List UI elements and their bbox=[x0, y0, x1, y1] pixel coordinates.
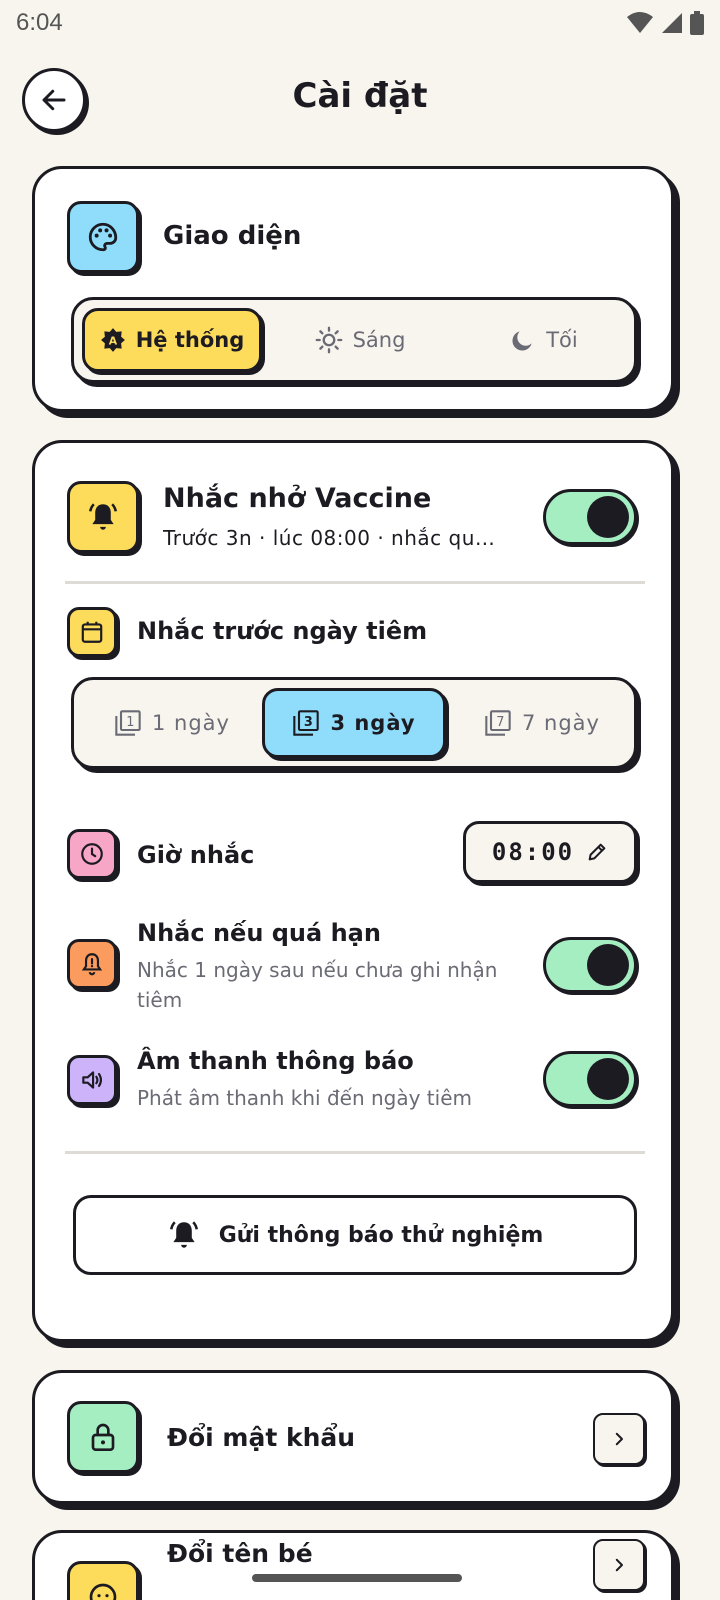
edit-pencil-icon bbox=[588, 843, 606, 861]
chevron-right-button[interactable] bbox=[593, 1413, 645, 1465]
vaccine-reminder-card: Nhắc nhở Vaccine Trước 3n · lúc 08:00 · … bbox=[32, 440, 674, 1342]
chevron-right-icon bbox=[615, 1432, 623, 1446]
filter-7-icon: 7 bbox=[485, 710, 511, 736]
svg-text:7: 7 bbox=[496, 715, 504, 730]
calendar-icon-box bbox=[67, 607, 117, 657]
status-time: 6:04 bbox=[16, 9, 63, 36]
days-option-3-label: 3 ngày bbox=[330, 711, 416, 735]
signal-icon bbox=[662, 13, 682, 33]
theme-option-light-label: Sáng bbox=[352, 328, 406, 352]
clock-icon-box bbox=[67, 829, 117, 879]
days-before-selector: 1 1 ngày 3 3 ngày 7 7 ngày bbox=[71, 677, 637, 769]
speaker-icon bbox=[82, 1071, 103, 1089]
divider bbox=[65, 1151, 645, 1154]
svg-text:A: A bbox=[109, 334, 118, 347]
theme-option-dark[interactable]: Tối bbox=[454, 308, 634, 372]
theme-option-dark-label: Tối bbox=[546, 328, 578, 352]
divider bbox=[65, 581, 645, 584]
overdue-title: Nhắc nếu quá hạn bbox=[137, 919, 381, 947]
days-option-1-label: 1 ngày bbox=[152, 711, 230, 735]
reminder-time-button[interactable]: 08:00 bbox=[463, 821, 637, 883]
status-icons bbox=[626, 11, 704, 35]
palette-icon bbox=[88, 222, 118, 252]
svg-text:3: 3 bbox=[304, 715, 313, 730]
clock-icon bbox=[81, 843, 103, 865]
alarm-icon-box bbox=[67, 481, 139, 553]
bell-alert-icon bbox=[81, 953, 103, 976]
page-title: Cài đặt bbox=[292, 76, 428, 116]
rename-baby-card[interactable]: Đổi tên bé bbox=[32, 1530, 674, 1600]
overdue-toggle[interactable] bbox=[543, 937, 637, 993]
theme-option-system[interactable]: A Hệ thống bbox=[82, 308, 262, 372]
reminder-time-value: 08:00 bbox=[491, 838, 575, 866]
vaccine-reminder-summary: Trước 3n · lúc 08:00 · nhắc qu… bbox=[163, 526, 496, 550]
sound-description: Phát âm thanh khi đến ngày tiêm bbox=[137, 1086, 472, 1110]
theme-selector: A Hệ thống Sáng Tối bbox=[71, 297, 637, 383]
days-option-1[interactable]: 1 1 ngày bbox=[82, 688, 262, 758]
bell-alert-icon-box bbox=[67, 939, 117, 989]
overdue-description: Nhắc 1 ngày sau nếu chưa ghi nhận tiêm bbox=[137, 958, 498, 1012]
moon-icon bbox=[512, 331, 532, 351]
status-bar: 6:04 bbox=[0, 0, 720, 46]
toggle-knob bbox=[587, 496, 629, 538]
chevron-right-button[interactable] bbox=[593, 1539, 645, 1591]
bell-ring-icon bbox=[88, 503, 118, 530]
baby-icon-box bbox=[67, 1561, 139, 1600]
change-password-title: Đổi mật khẩu bbox=[167, 1423, 356, 1452]
speaker-icon-box bbox=[67, 1055, 117, 1105]
days-option-7[interactable]: 7 7 ngày bbox=[452, 688, 632, 758]
theme-option-light[interactable]: Sáng bbox=[270, 308, 450, 372]
days-option-3[interactable]: 3 3 ngày bbox=[262, 688, 446, 758]
appearance-title: Giao diện bbox=[163, 221, 302, 251]
vaccine-reminder-title: Nhắc nhở Vaccine bbox=[163, 483, 432, 514]
palette-icon-box bbox=[67, 201, 139, 273]
toggle-knob bbox=[587, 1058, 629, 1100]
sound-title: Âm thanh thông báo bbox=[137, 1047, 414, 1075]
chevron-right-icon bbox=[615, 1558, 623, 1572]
vaccine-reminder-toggle[interactable] bbox=[543, 489, 637, 545]
header: Cài đặt bbox=[0, 60, 720, 140]
svg-text:1: 1 bbox=[126, 715, 134, 730]
reminder-time-title: Giờ nhắc bbox=[137, 841, 255, 869]
auto-theme-icon: A bbox=[100, 328, 125, 352]
test-notification-button[interactable]: Gửi thông báo thử nghiệm bbox=[73, 1195, 637, 1275]
sound-toggle[interactable] bbox=[543, 1051, 637, 1107]
theme-option-system-label: Hệ thống bbox=[135, 328, 245, 352]
filter-1-icon: 1 bbox=[115, 710, 141, 736]
days-option-7-label: 7 ngày bbox=[522, 711, 600, 735]
wifi-icon bbox=[627, 12, 653, 33]
days-before-title: Nhắc trước ngày tiêm bbox=[137, 617, 428, 645]
lock-icon bbox=[91, 1423, 115, 1451]
filter-3-icon: 3 bbox=[293, 710, 320, 736]
baby-face-icon bbox=[89, 1583, 117, 1600]
toggle-knob bbox=[587, 944, 629, 986]
rename-baby-title: Đổi tên bé bbox=[167, 1539, 313, 1568]
gesture-home-bar[interactable] bbox=[252, 1574, 462, 1582]
test-notification-label: Gửi thông báo thử nghiệm bbox=[218, 1222, 544, 1248]
sun-icon bbox=[315, 326, 342, 354]
change-password-card[interactable]: Đổi mật khẩu bbox=[32, 1370, 674, 1504]
battery-icon bbox=[690, 11, 704, 35]
lock-icon-box bbox=[67, 1401, 139, 1473]
calendar-icon bbox=[81, 621, 103, 643]
appearance-card: Giao diện A Hệ thống Sáng Tối bbox=[32, 166, 674, 412]
bell-ring-icon bbox=[169, 1221, 198, 1248]
